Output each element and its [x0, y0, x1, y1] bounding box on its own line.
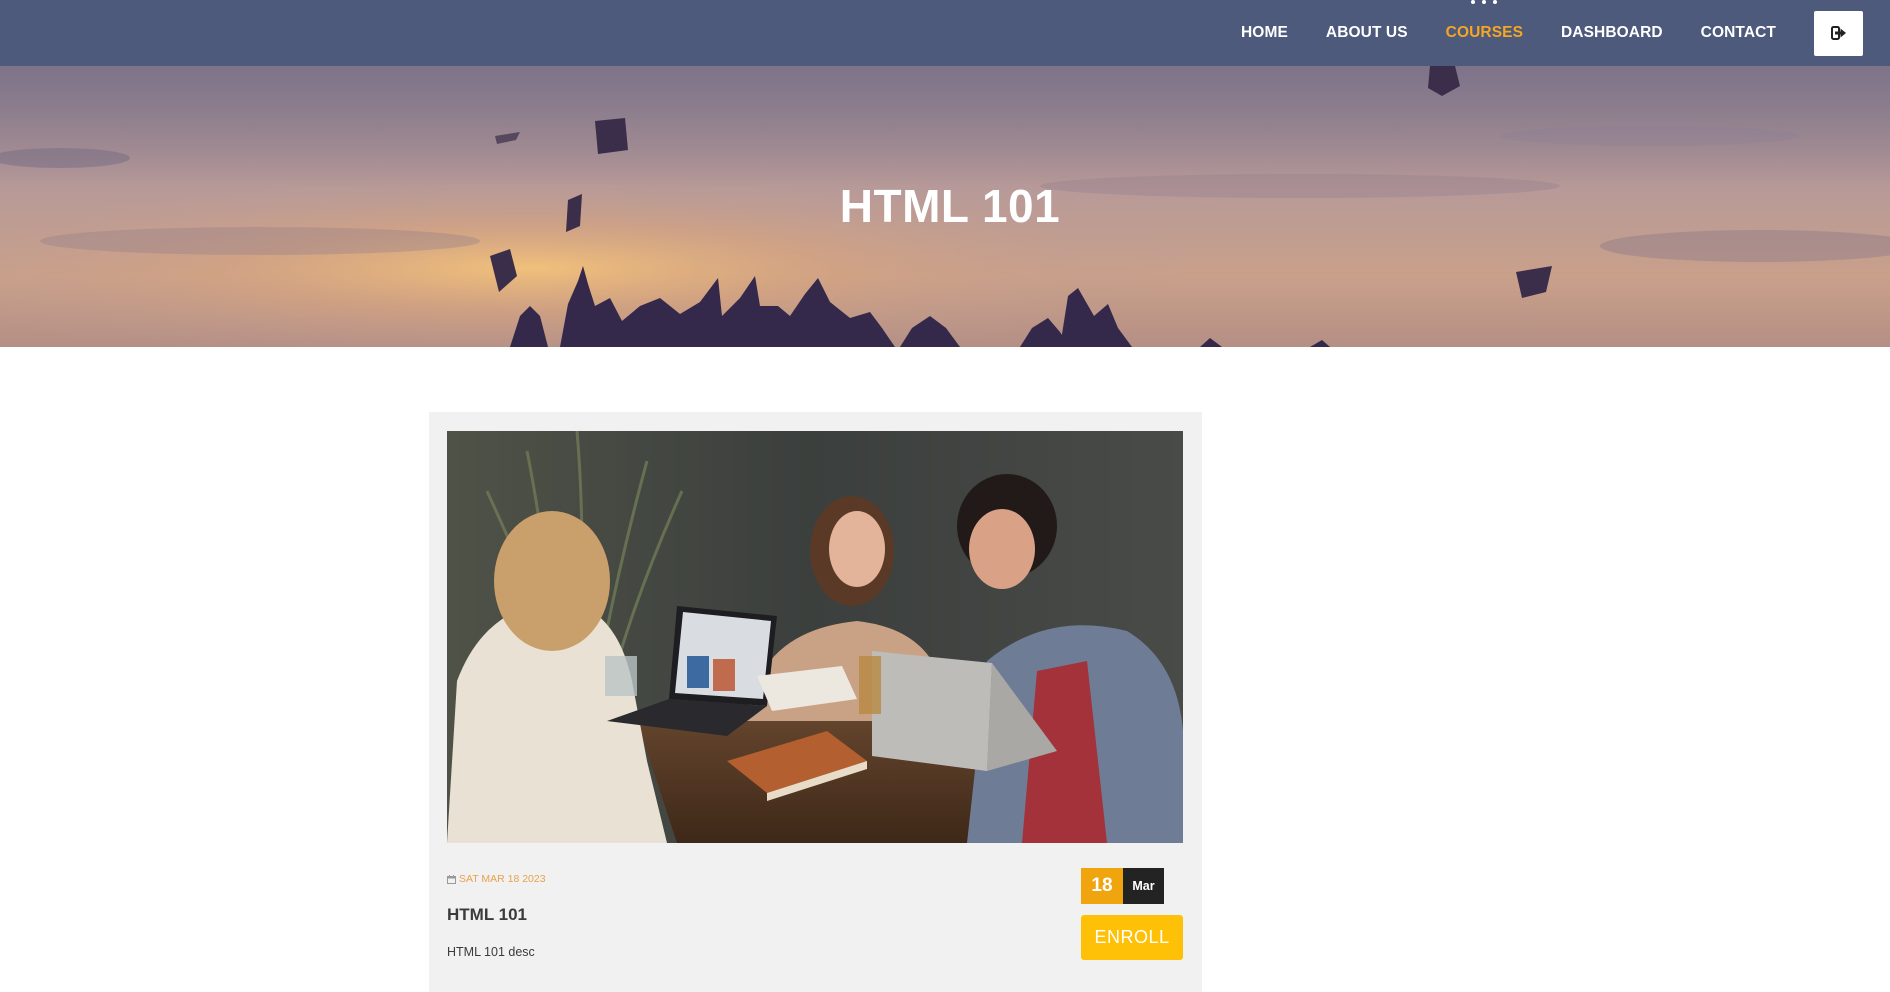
nav-about-us[interactable]: ABOUT US [1326, 24, 1408, 42]
nav-dashboard[interactable]: DASHBOARD [1561, 24, 1663, 42]
course-title[interactable]: HTML 101 [447, 905, 527, 925]
page-title: HTML 101 [839, 180, 1061, 232]
course-date-text: SAT MAR 18 2023 [459, 873, 546, 885]
course-description: HTML 101 desc [447, 945, 535, 959]
date-badge: 18 Mar [1081, 868, 1164, 904]
sign-out-icon [1830, 26, 1846, 40]
main-nav: HOME ABOUT US COURSES DASHBOARD CONTACT [1241, 0, 1863, 66]
top-navbar: HOME ABOUT US COURSES DASHBOARD CONTACT [0, 0, 1890, 66]
hero-banner: HTML 101 [0, 66, 1890, 347]
nav-courses[interactable]: COURSES [1445, 0, 1524, 42]
active-indicator-dots [1471, 0, 1498, 4]
students-at-table-image [447, 431, 1183, 843]
course-card: SAT MAR 18 2023 HTML 101 HTML 101 desc 1… [429, 412, 1202, 992]
enroll-button[interactable]: ENROLL [1081, 915, 1183, 960]
course-image [447, 431, 1183, 843]
nav-home[interactable]: HOME [1241, 24, 1288, 42]
date-badge-day: 18 [1081, 868, 1123, 904]
nav-contact[interactable]: CONTACT [1701, 24, 1776, 42]
date-badge-month: Mar [1123, 868, 1164, 904]
logout-button[interactable] [1814, 10, 1863, 56]
course-date: SAT MAR 18 2023 [447, 873, 546, 885]
nav-courses-label: COURSES [1445, 24, 1524, 41]
calendar-icon [447, 874, 456, 884]
